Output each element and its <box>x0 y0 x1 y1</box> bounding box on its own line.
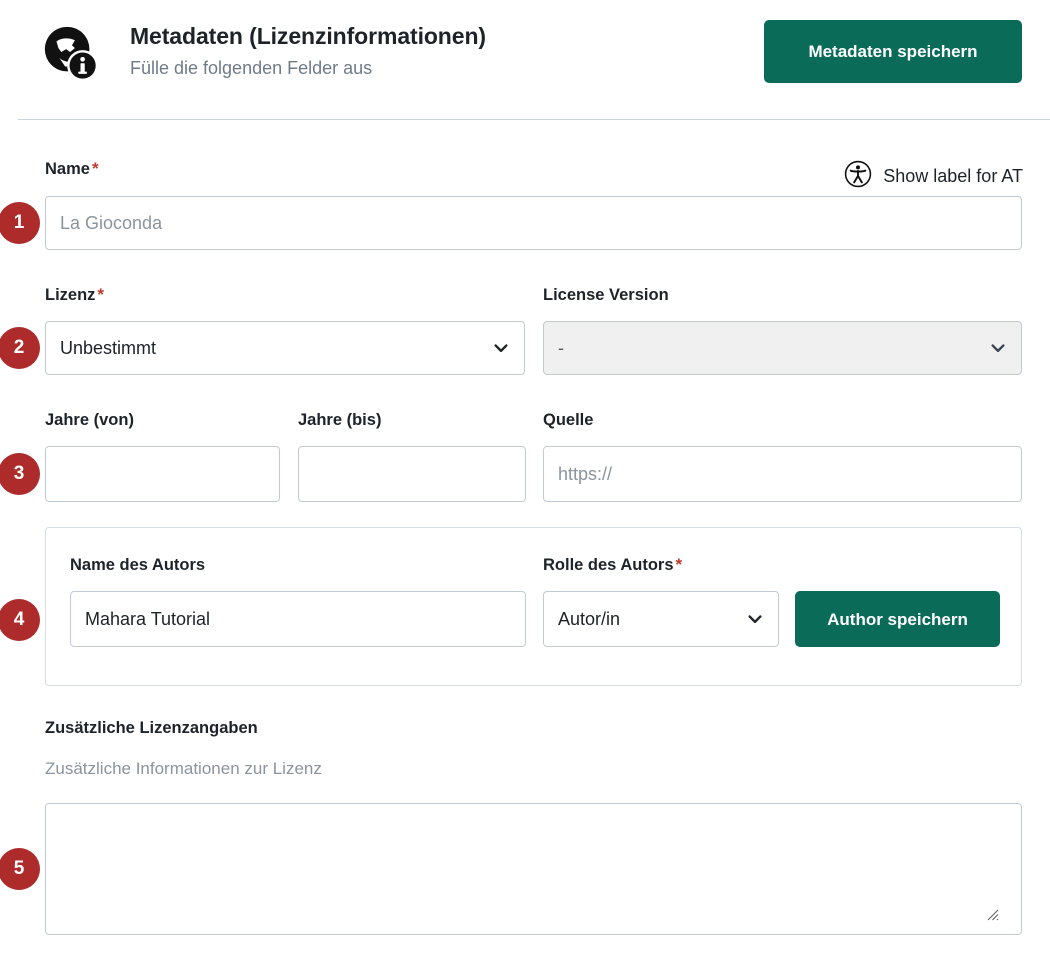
license-version-select: - <box>543 321 1022 375</box>
author-name-field-label: Name des Autors <box>70 556 206 574</box>
header-divider <box>18 119 1050 120</box>
author-role-select-value: Autor/in <box>558 608 621 629</box>
globe-info-icon <box>40 22 102 84</box>
page-header: Metadaten (Lizenzinformationen) Fülle di… <box>0 0 1050 120</box>
years-from-field-label: Jahre (von) <box>45 411 134 429</box>
save-metadata-button[interactable]: Metadaten speichern <box>764 20 1022 83</box>
years-to-field-label: Jahre (bis) <box>298 411 382 429</box>
additional-license-textarea[interactable] <box>45 803 1022 935</box>
years-to-input[interactable] <box>298 446 526 502</box>
callout-badge-3: 3 <box>0 453 40 495</box>
callout-badge-2: 2 <box>0 327 40 369</box>
source-input[interactable] <box>543 446 1022 502</box>
callout-badge-4: 4 <box>0 599 40 641</box>
additional-license-label: Zusätzliche Lizenzangaben <box>45 719 258 737</box>
callout-badge-5: 5 <box>0 848 40 890</box>
name-field-label: Name * <box>45 160 1022 179</box>
chevron-down-icon <box>746 610 764 628</box>
metadata-form-page: Metadaten (Lizenzinformationen) Fülle di… <box>0 0 1050 953</box>
chevron-down-icon <box>492 339 510 357</box>
save-author-button[interactable]: Author speichern <box>795 591 1000 647</box>
required-asterisk: * <box>675 555 683 574</box>
author-role-field-group: Rolle des Autors * <box>543 556 682 575</box>
license-version-field-label: License Version <box>543 286 669 304</box>
callout-badge-1: 1 <box>0 202 40 244</box>
license-field-label: Lizenz * <box>45 286 525 305</box>
name-label-text: Name <box>45 160 90 178</box>
author-role-label-text: Rolle des Autors <box>543 556 674 574</box>
author-role-select[interactable]: Autor/in <box>543 591 779 647</box>
chevron-down-icon <box>989 339 1007 357</box>
additional-license-field-group: Zusätzliche Lizenzangaben <box>45 719 258 738</box>
name-field-group: Name * <box>45 160 1022 179</box>
author-name-input[interactable] <box>70 591 526 647</box>
source-field-label: Quelle <box>543 411 594 429</box>
author-role-field-label: Rolle des Autors * <box>543 556 682 575</box>
license-select-value: Unbestimmt <box>60 337 157 358</box>
author-name-field-group: Name des Autors <box>70 556 205 575</box>
page-subtitle: Fülle die folgenden Felder aus <box>130 57 373 78</box>
header-text-block: Metadaten (Lizenzinformationen) Fülle di… <box>130 22 486 81</box>
required-asterisk: * <box>91 159 99 178</box>
name-input[interactable] <box>45 196 1022 250</box>
license-label-text: Lizenz <box>45 286 96 304</box>
additional-license-helper-text: Zusätzliche Informationen zur Lizenz <box>45 759 322 778</box>
years-to-field-group: Jahre (bis) <box>298 411 381 430</box>
source-field-group: Quelle <box>543 411 593 430</box>
years-from-field-group: Jahre (von) <box>45 411 134 430</box>
license-select[interactable]: Unbestimmt <box>45 321 525 375</box>
license-version-field-group: License Version <box>543 286 1022 305</box>
license-field-group: Lizenz * <box>45 286 525 305</box>
page-title: Metadaten (Lizenzinformationen) <box>130 23 486 49</box>
license-version-select-value: - <box>558 337 564 358</box>
years-from-input[interactable] <box>45 446 280 502</box>
required-asterisk: * <box>97 285 105 304</box>
